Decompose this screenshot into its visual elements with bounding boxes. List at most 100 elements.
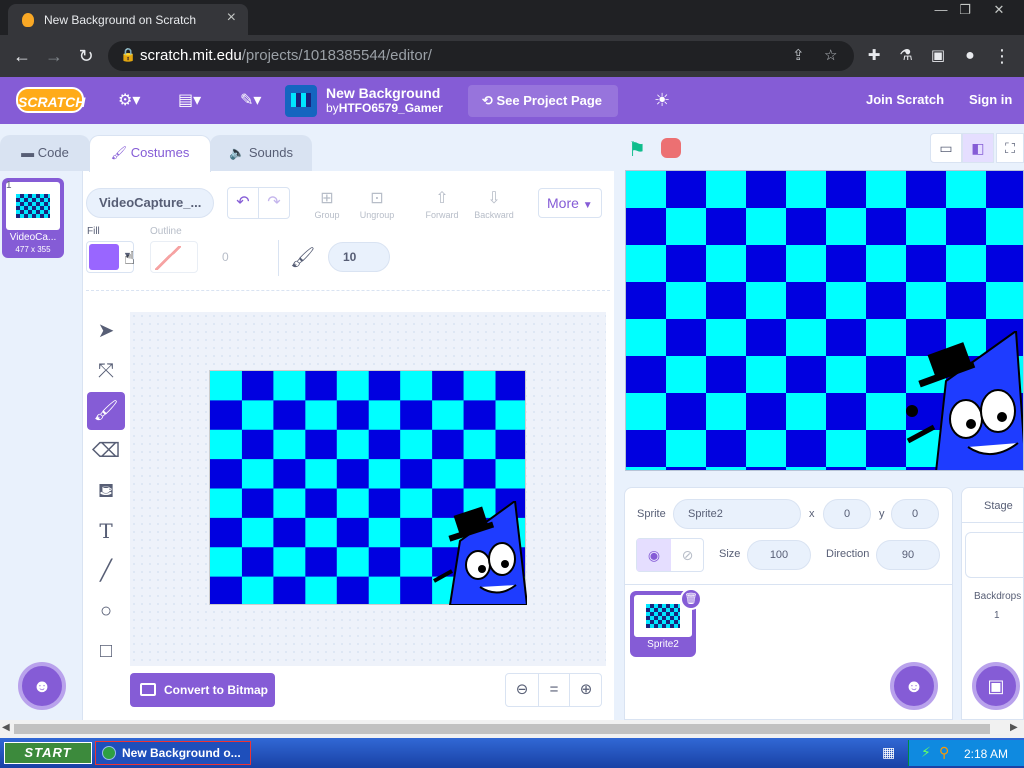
share-icon[interactable]: ⇪ [792, 46, 805, 64]
normal-stage-icon[interactable]: ◧ [962, 133, 994, 163]
labs-icon[interactable]: ⚗ [894, 44, 918, 68]
backward-button[interactable]: ⇩ Backward [469, 188, 519, 224]
profile-icon[interactable]: ● [958, 44, 982, 68]
scroll-right-icon[interactable]: ▶ [1010, 722, 1018, 733]
url-text: scratch.mit.edu/projects/1018385544/edit… [140, 47, 432, 64]
start-button[interactable]: START [4, 742, 92, 764]
taskbar-item[interactable]: New Background o... [95, 741, 251, 765]
forward-button[interactable]: ⇧ Forward [417, 188, 467, 224]
scroll-left-icon[interactable]: ◀ [2, 722, 10, 733]
forward-icon[interactable]: → [42, 44, 66, 68]
costume-size: 477 x 355 [15, 245, 51, 254]
speaker-icon: 🔈 [229, 145, 249, 160]
fill-label: Fill [87, 226, 100, 237]
file-menu-icon[interactable]: ▤▾ [178, 90, 201, 110]
rectangle-tool-icon[interactable]: □ [87, 632, 125, 670]
eraser-tool-icon[interactable]: ⌫ [87, 432, 125, 470]
scratch-logo[interactable]: SCRATCH [16, 87, 85, 113]
search-icon[interactable]: ⚲ [939, 744, 949, 761]
project-author: byHTFO6579_Gamer [326, 101, 443, 115]
bookmark-star-icon[interactable]: ☆ [824, 46, 837, 64]
direction-input[interactable]: 90 [876, 540, 940, 570]
line-tool-icon[interactable]: ╱ [87, 552, 125, 590]
close-window-icon[interactable]: ✕ [984, 2, 1014, 18]
choose-backdrop-button[interactable]: ▣ [972, 662, 1020, 710]
outline-color-picker[interactable] [150, 241, 198, 273]
convert-to-bitmap-button[interactable]: Convert to Bitmap [130, 673, 275, 707]
join-scratch-link[interactable]: Join Scratch [866, 92, 944, 107]
sign-in-link[interactable]: Sign in [969, 92, 1012, 107]
show-eye-icon[interactable]: ◉ [637, 539, 671, 571]
network-icon[interactable]: ⚡ [921, 744, 931, 761]
fullscreen-icon[interactable]: ⛶ [996, 133, 1024, 163]
backdrops-label: Backdrops [974, 591, 1022, 602]
brush-icon: 🖌 [110, 145, 131, 160]
text-tool-icon[interactable]: T [87, 512, 125, 550]
zoom-out-icon[interactable]: ⊖ [506, 674, 538, 706]
x-input[interactable]: 0 [823, 499, 871, 529]
restore-icon[interactable]: ❐ [950, 2, 980, 18]
menu-kebab-icon[interactable]: ⋮ [990, 44, 1014, 68]
sidepanel-icon[interactable]: ▣ [926, 44, 950, 68]
sprite-name-input[interactable]: Sprite2 [673, 499, 801, 529]
visibility-toggle: ◉ ⊘ [636, 538, 704, 572]
costume-image[interactable] [209, 370, 527, 605]
more-dropdown[interactable]: More ▼ [538, 188, 602, 218]
stage[interactable] [625, 170, 1024, 471]
stage-thumbnail[interactable] [965, 532, 1024, 578]
project-title[interactable]: New Background [326, 85, 440, 101]
circle-tool-icon[interactable]: ○ [87, 592, 125, 630]
chevron-down-icon: ▼ [582, 200, 593, 211]
tab-code[interactable]: ▬ Code [0, 135, 90, 171]
divider [278, 240, 279, 276]
see-project-page-button[interactable]: ⟲ See Project Page [468, 85, 618, 117]
back-icon[interactable]: ← [10, 44, 34, 68]
keyboard-icon[interactable]: ▦ [882, 744, 895, 761]
no-outline-swatch [155, 246, 181, 270]
lock-icon: 🔒 [120, 47, 137, 62]
stop-icon[interactable] [661, 138, 681, 158]
address-bar[interactable]: 🔒 scratch.mit.edu/projects/1018385544/ed… [108, 41, 854, 71]
undo-button[interactable]: ↶ [227, 187, 259, 219]
zoom-in-icon[interactable]: ⊕ [570, 674, 602, 706]
small-stage-icon[interactable]: ▭ [930, 133, 962, 163]
reload-icon[interactable]: ↻ [74, 44, 98, 68]
outline-width-value[interactable]: 0 [222, 250, 229, 264]
y-input[interactable]: 0 [891, 499, 939, 529]
brush-tool-icon[interactable]: 🖌 [87, 392, 125, 430]
delete-sprite-trash-icon[interactable]: 🗑 [680, 588, 702, 610]
group-button[interactable]: ⊞ Group [302, 188, 352, 224]
ungroup-button[interactable]: ⊡ Ungroup [352, 188, 402, 224]
reshape-tool-icon[interactable]: ⤧ [87, 352, 125, 390]
tab-sounds[interactable]: 🔈 Sounds [210, 135, 312, 171]
costume-number: 1 [6, 180, 12, 191]
brush-size-input[interactable]: 10 [328, 242, 390, 272]
select-tool-icon[interactable]: ➤ [87, 312, 125, 350]
outline-label: Outline [150, 226, 182, 237]
lightbulb-icon[interactable]: ☀ [654, 90, 670, 111]
costume-name: VideoCa... [9, 232, 57, 243]
redo-button[interactable]: ↷ [258, 187, 290, 219]
tab-costumes[interactable]: 🖌 Costumes [89, 135, 211, 172]
size-input[interactable]: 100 [747, 540, 811, 570]
browser-tab[interactable]: New Background on Scratch × [8, 4, 248, 35]
scrollbar-thumb[interactable] [14, 724, 990, 734]
edit-menu-icon[interactable]: ✎▾ [240, 90, 261, 110]
settings-gear-icon[interactable]: ⚙▾ [118, 90, 140, 110]
hide-eye-icon[interactable]: ⊘ [671, 539, 704, 571]
choose-sprite-button[interactable]: ☻ [890, 662, 938, 710]
arrow-down-icon: ⇩ [487, 190, 501, 207]
scratch-favicon-icon [22, 13, 34, 27]
backdrops-count: 1 [994, 610, 1000, 621]
costume-item[interactable]: 1 VideoCa... 477 x 355 [2, 178, 64, 258]
close-tab-icon[interactable]: × [227, 9, 236, 27]
project-thumbnail[interactable] [285, 85, 317, 117]
toolbar-divider [86, 290, 610, 291]
zoom-reset-icon[interactable]: = [538, 674, 570, 706]
extensions-icon[interactable]: ✚ [862, 44, 886, 68]
costume-name-input[interactable]: VideoCapture_... [86, 188, 214, 218]
green-flag-icon[interactable]: ⚑ [628, 137, 646, 162]
fill-tool-icon[interactable]: ⛾ [87, 472, 125, 510]
choose-costume-button[interactable]: ☻ [18, 662, 66, 710]
divider [962, 522, 1024, 523]
